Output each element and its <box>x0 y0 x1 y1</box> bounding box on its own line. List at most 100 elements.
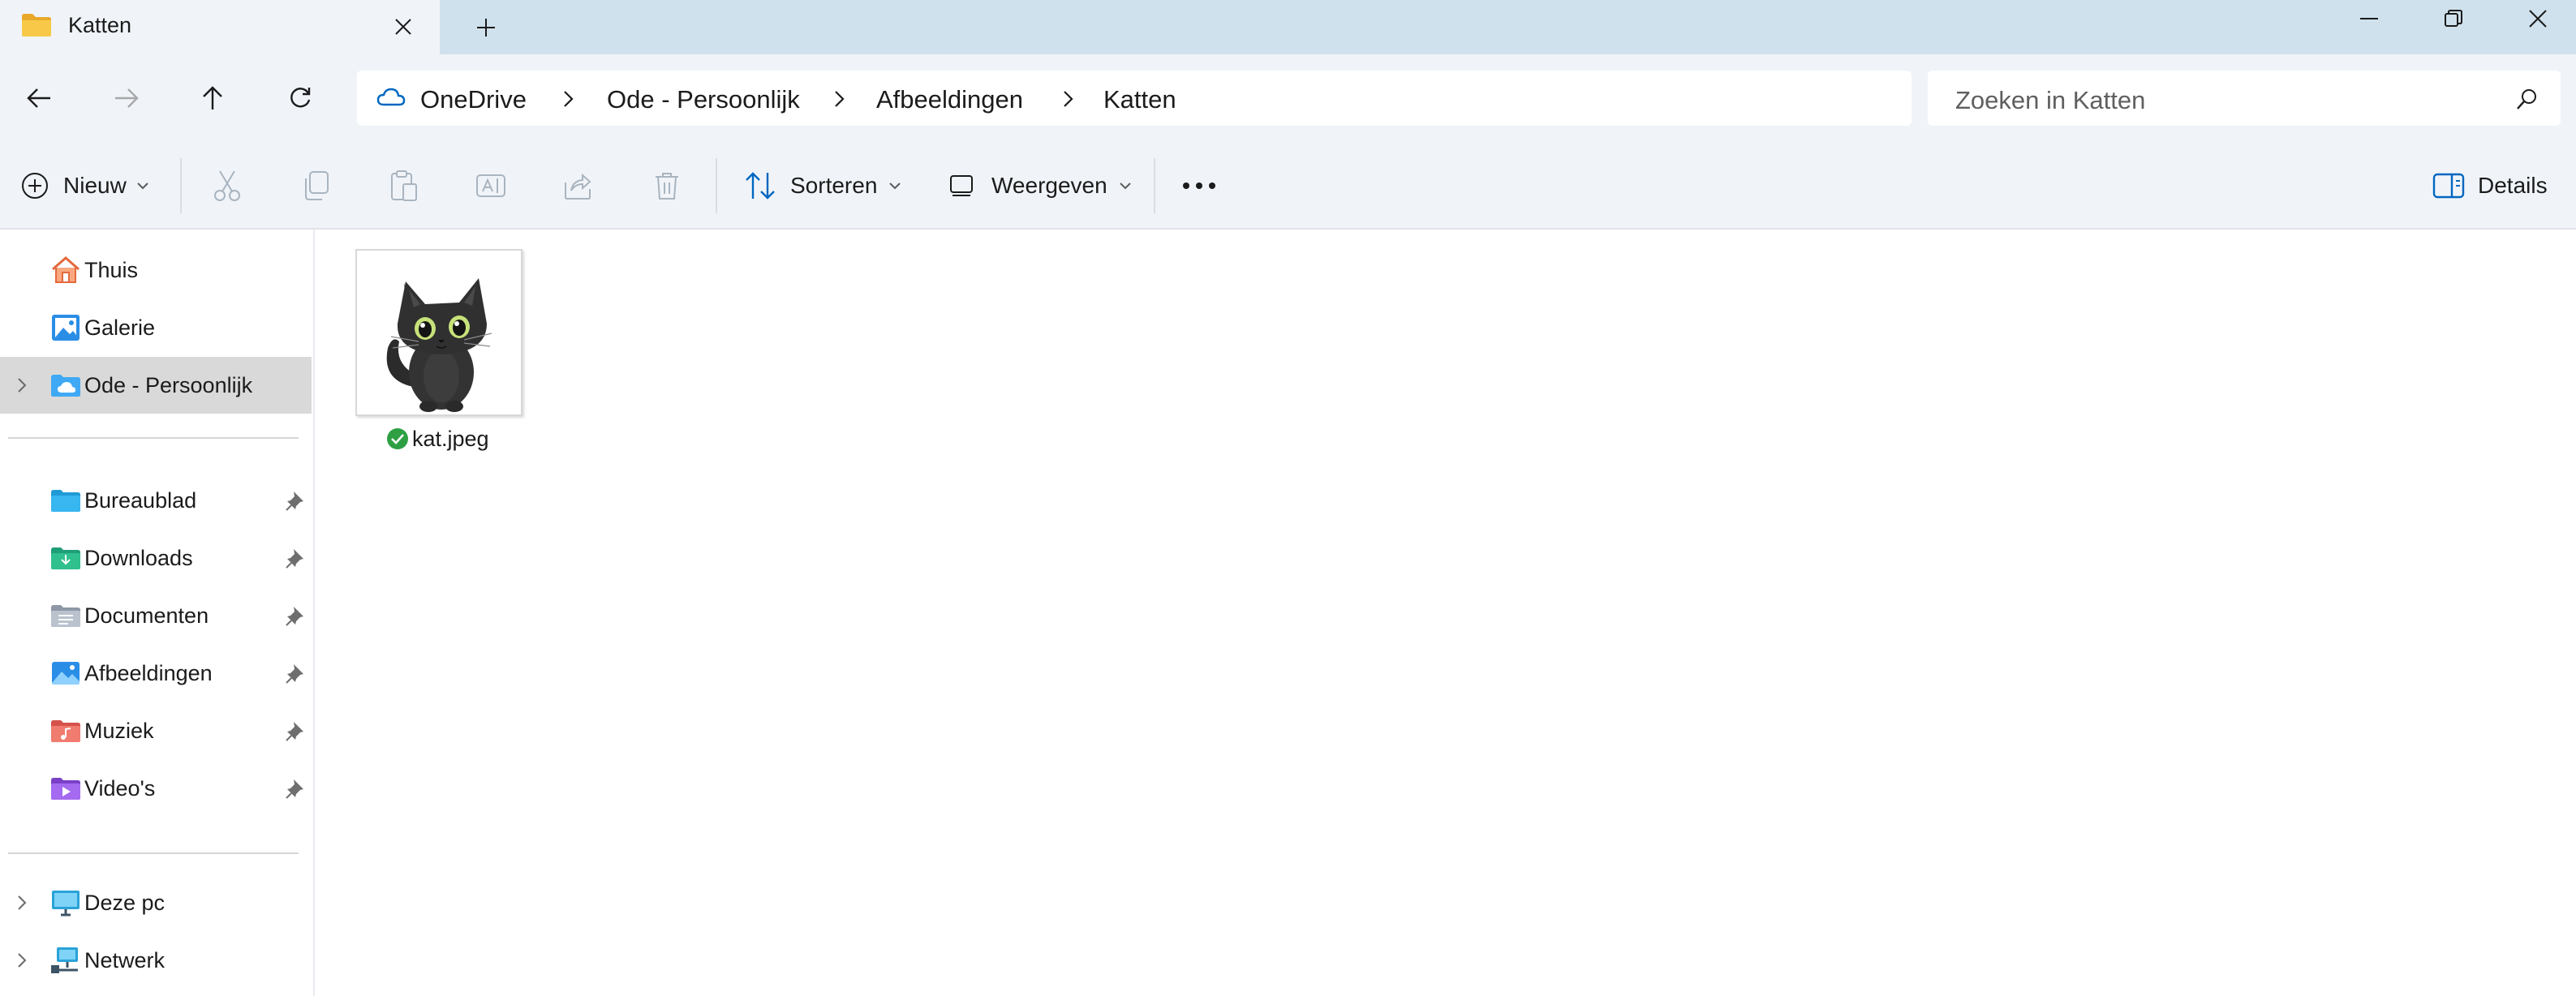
search-input[interactable]: Zoeken in Katten <box>1955 86 2145 115</box>
sidebar-item-afbeeldingen[interactable]: Afbeeldingen <box>0 645 312 702</box>
sidebar-item-label: Deze pc <box>84 891 166 915</box>
new-button[interactable]: Nieuw <box>21 165 149 207</box>
delete-button[interactable] <box>654 165 680 207</box>
pin-icon[interactable] <box>286 490 305 511</box>
chevron-right-icon[interactable] <box>560 90 576 108</box>
sidebar-divider <box>8 437 299 439</box>
sidebar-item-label: Muziek <box>84 719 154 743</box>
copy-button[interactable] <box>302 165 331 207</box>
breadcrumb-afbeeldingen[interactable]: Afbeeldingen <box>876 85 1023 114</box>
refresh-button[interactable] <box>274 72 326 124</box>
restore-button[interactable] <box>2411 0 2496 37</box>
close-tab-button[interactable] <box>388 11 419 42</box>
view-button[interactable]: Weergeven <box>949 165 1132 207</box>
sort-button-label: Sorteren <box>790 173 878 198</box>
pin-icon[interactable] <box>286 778 305 799</box>
sidebar-item-netwerk[interactable]: Netwerk <box>0 932 312 989</box>
search-icon <box>2517 89 2536 109</box>
rename-button[interactable] <box>475 165 506 207</box>
pin-icon[interactable] <box>286 663 305 684</box>
sidebar-item-galerie[interactable]: Galerie <box>0 299 312 356</box>
breadcrumb-ode-persoonlijk[interactable]: Ode - Persoonlijk <box>607 85 800 114</box>
chevron-down-icon <box>1119 182 1131 190</box>
sidebar-item-label: Netwerk <box>84 948 166 972</box>
sidebar-item-muziek[interactable]: Muziek <box>0 702 312 759</box>
downloads-folder-icon <box>51 547 80 569</box>
tab-katten[interactable]: Katten <box>0 0 440 54</box>
share-button[interactable] <box>563 165 592 207</box>
breadcrumb-onedrive[interactable]: OneDrive <box>420 85 527 114</box>
details-pane-icon <box>2432 173 2465 199</box>
arrow-right-icon <box>115 88 139 108</box>
chevron-down-icon <box>889 182 901 190</box>
view-icon <box>950 175 973 196</box>
chevron-right-icon[interactable] <box>831 90 847 108</box>
close-icon <box>2528 10 2547 28</box>
sidebar-item-label: Thuis <box>84 258 139 282</box>
file-thumbnail[interactable] <box>355 249 523 416</box>
chevron-right-icon[interactable] <box>15 951 29 969</box>
plus-icon <box>477 19 495 36</box>
sidebar-item-label: Video's <box>84 776 156 801</box>
pin-icon[interactable] <box>286 720 305 741</box>
search-box[interactable]: Zoeken in Katten <box>1928 71 2561 126</box>
sidebar-item-label: Bureaublad <box>84 488 197 513</box>
up-button[interactable] <box>187 72 239 124</box>
paste-icon <box>391 170 417 201</box>
sidebar-item-deze-pc[interactable]: Deze pc <box>0 874 312 931</box>
new-tab-button[interactable] <box>469 11 503 44</box>
sidebar-item-documenten[interactable]: Documenten <box>0 587 312 644</box>
restore-icon <box>2445 10 2462 27</box>
chevron-right-icon[interactable] <box>15 894 29 912</box>
forward-button[interactable] <box>101 72 153 124</box>
pin-icon[interactable] <box>286 547 305 569</box>
sidebar-item-label: Downloads <box>84 546 193 570</box>
minimize-button[interactable] <box>2327 0 2411 37</box>
sidebar-item-label: Galerie <box>84 316 156 340</box>
file-item[interactable]: kat.jpeg <box>355 249 527 453</box>
more-options-button[interactable] <box>1181 165 1217 207</box>
documents-folder-icon <box>51 605 80 627</box>
details-button-label: Details <box>2478 173 2548 198</box>
rename-icon <box>476 174 505 197</box>
navigation-pane: Thuis Galerie Ode - Persoonlijk Bureaubl… <box>0 230 315 996</box>
chevron-right-icon[interactable] <box>1060 90 1076 108</box>
close-window-button[interactable] <box>2499 0 2576 37</box>
sidebar-divider <box>8 852 299 854</box>
cut-button[interactable] <box>213 165 242 207</box>
refresh-icon <box>290 88 311 108</box>
folder-icon <box>22 14 51 36</box>
sidebar-item-ode-persoonlijk[interactable]: Ode - Persoonlijk <box>0 357 312 414</box>
sidebar-item-label: Ode - Persoonlijk <box>84 373 253 397</box>
more-icon <box>1183 182 1215 189</box>
desktop-folder-icon <box>51 490 80 512</box>
arrow-up-icon <box>203 86 222 109</box>
videos-folder-icon <box>51 778 80 800</box>
paste-button[interactable] <box>389 165 419 207</box>
toolbar-divider <box>716 158 717 213</box>
sidebar-item-videos[interactable]: Video's <box>0 760 312 817</box>
toolbar-divider <box>180 158 182 213</box>
tab-title: Katten <box>68 13 132 37</box>
chevron-right-icon[interactable] <box>15 376 29 394</box>
share-icon <box>565 173 591 200</box>
details-button[interactable]: Details <box>2432 165 2548 207</box>
close-icon <box>395 19 411 35</box>
scissors-icon <box>214 170 240 201</box>
back-button[interactable] <box>13 72 65 124</box>
sidebar-item-label: Documenten <box>84 603 209 628</box>
sync-status-check-icon <box>387 428 408 449</box>
network-icon <box>51 947 78 973</box>
cat-image <box>386 278 492 412</box>
breadcrumb-katten[interactable]: Katten <box>1103 85 1176 114</box>
file-list: kat.jpeg <box>316 231 2576 996</box>
view-button-label: Weergeven <box>991 173 1107 198</box>
sort-button[interactable]: Sorteren <box>745 165 901 207</box>
sidebar-item-bureaublad[interactable]: Bureaublad <box>0 472 312 529</box>
sidebar-item-downloads[interactable]: Downloads <box>0 530 312 586</box>
sidebar-item-thuis[interactable]: Thuis <box>0 242 312 298</box>
title-bar: Katten <box>0 0 2576 54</box>
pin-icon[interactable] <box>286 605 305 626</box>
address-bar[interactable]: OneDrive Ode - Persoonlijk Afbeeldingen … <box>357 71 1912 126</box>
file-name[interactable]: kat.jpeg <box>412 427 489 452</box>
